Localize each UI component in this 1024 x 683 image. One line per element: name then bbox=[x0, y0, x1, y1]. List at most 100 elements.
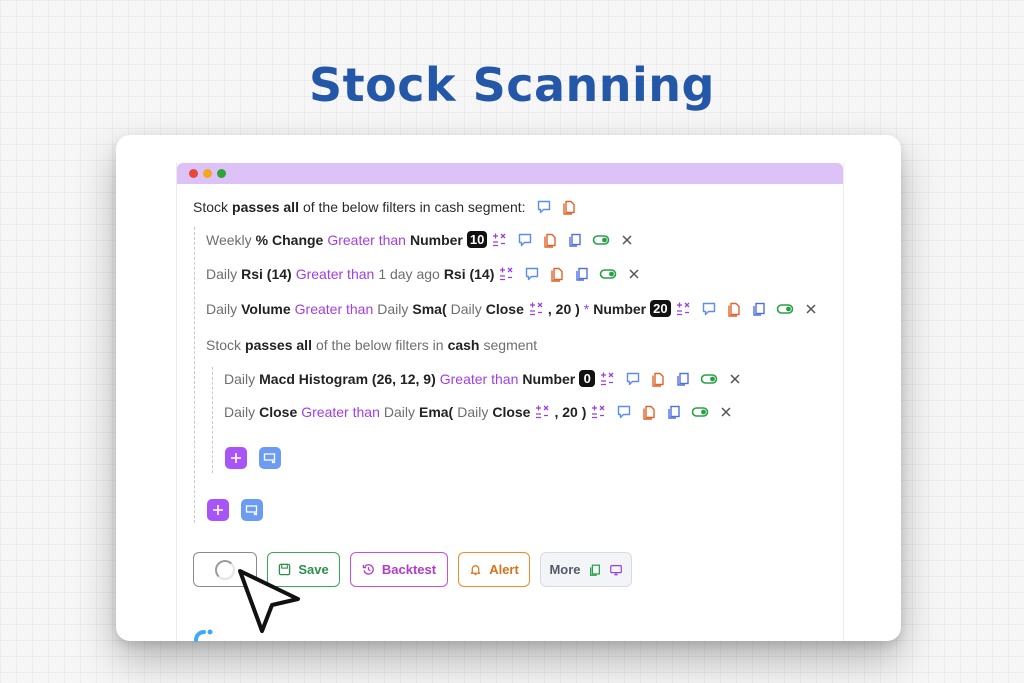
add-root-group-button[interactable] bbox=[241, 499, 263, 521]
filter-token[interactable]: Volume bbox=[241, 301, 291, 317]
operator-icon[interactable] bbox=[599, 371, 615, 387]
filter-token[interactable]: Number bbox=[593, 301, 646, 317]
toggle-icon[interactable] bbox=[776, 301, 794, 317]
toggle-icon[interactable] bbox=[599, 266, 617, 282]
copy-icon[interactable] bbox=[650, 371, 666, 387]
filter-token[interactable]: Greater than bbox=[301, 404, 380, 420]
add-filter-button[interactable] bbox=[225, 447, 247, 469]
copy-icon[interactable] bbox=[726, 301, 742, 317]
sub-middle: of the below filters in bbox=[315, 337, 444, 353]
filter-token: Daily bbox=[377, 300, 409, 317]
bell-icon bbox=[470, 565, 481, 576]
filter-token[interactable]: * bbox=[584, 301, 589, 317]
root-prefix: Stock bbox=[193, 199, 229, 215]
comment-icon[interactable] bbox=[701, 301, 717, 317]
filter-token: Daily bbox=[457, 404, 489, 420]
comment-icon[interactable] bbox=[536, 199, 552, 215]
root-suffix: of the below filters in cash segment: bbox=[302, 199, 526, 215]
group-icon bbox=[263, 453, 276, 464]
remove-icon[interactable] bbox=[626, 266, 642, 282]
page-title: Stock Scanning bbox=[309, 58, 715, 112]
sub-prefix: Stock bbox=[206, 337, 242, 353]
maximize-dot[interactable] bbox=[217, 169, 226, 178]
close-dot[interactable] bbox=[189, 169, 198, 178]
filter-token[interactable]: Close bbox=[486, 301, 524, 317]
filter-token[interactable]: Rsi (14) bbox=[444, 266, 495, 282]
remove-icon[interactable] bbox=[803, 301, 819, 317]
plus-icon bbox=[213, 505, 223, 515]
duplicate-icon[interactable] bbox=[751, 301, 767, 317]
filter-token[interactable]: % Change bbox=[256, 232, 324, 248]
filter-row: Daily Rsi (14) Greater than 1 day ago Rsi (1… bbox=[206, 266, 642, 282]
comment-icon[interactable] bbox=[625, 371, 641, 387]
operator-icon[interactable] bbox=[534, 404, 550, 420]
operator-icon[interactable] bbox=[590, 404, 606, 420]
filter-token: Daily bbox=[450, 300, 482, 317]
filter-token[interactable]: Close bbox=[492, 404, 530, 420]
logo-fragment-icon bbox=[194, 629, 213, 642]
copy-icon[interactable] bbox=[542, 232, 558, 248]
filter-token: Daily bbox=[206, 300, 238, 317]
alert-button[interactable]: Alert bbox=[458, 552, 530, 587]
toggle-icon[interactable] bbox=[700, 371, 718, 387]
add-group-button[interactable] bbox=[259, 447, 281, 469]
operator-icon[interactable] bbox=[491, 232, 507, 248]
add-root-filter-button[interactable] bbox=[207, 499, 229, 521]
comment-icon[interactable] bbox=[517, 232, 533, 248]
filter-token[interactable]: , 20 ) bbox=[554, 404, 586, 420]
sub-passes[interactable]: passes all bbox=[245, 337, 312, 353]
filter-token[interactable]: Sma( bbox=[412, 301, 446, 317]
minimize-dot[interactable] bbox=[203, 169, 212, 178]
copy-icon[interactable] bbox=[549, 266, 565, 282]
number-value-badge[interactable]: 10 bbox=[466, 231, 488, 248]
number-value-badge[interactable]: 20 bbox=[650, 300, 671, 317]
operator-icon[interactable] bbox=[528, 301, 544, 317]
number-value-badge[interactable]: 0 bbox=[579, 370, 596, 387]
filter-token[interactable]: Greater than bbox=[327, 232, 406, 248]
remove-icon[interactable] bbox=[619, 232, 635, 248]
filter-token[interactable]: Number bbox=[522, 371, 575, 387]
copy-icon[interactable] bbox=[641, 404, 657, 420]
sub-group-header: Stock passes all of the below filters in… bbox=[206, 337, 537, 353]
filter-token[interactable]: Greater than bbox=[295, 301, 374, 317]
remove-icon[interactable] bbox=[727, 371, 743, 387]
filter-token: Daily bbox=[224, 404, 256, 420]
filter-token: Daily bbox=[224, 370, 256, 387]
filter-token[interactable]: Close bbox=[259, 404, 297, 420]
more-button[interactable]: More bbox=[540, 552, 632, 587]
filter-row: Daily Macd Histogram (26, 12, 9) Greater t… bbox=[224, 370, 743, 387]
sub-group-guide bbox=[212, 367, 213, 473]
filter-token[interactable]: Number bbox=[410, 232, 463, 248]
toggle-icon[interactable] bbox=[592, 232, 610, 248]
copy-green-icon bbox=[589, 564, 600, 576]
root-passes[interactable]: passes all bbox=[232, 199, 299, 215]
backtest-button[interactable]: Backtest bbox=[350, 552, 448, 587]
sub-segment[interactable]: cash bbox=[448, 337, 480, 353]
filter-token[interactable]: Greater than bbox=[440, 371, 519, 387]
operator-icon[interactable] bbox=[675, 301, 691, 317]
more-label: More bbox=[549, 562, 581, 577]
filter-token[interactable]: Rsi (14) bbox=[241, 266, 292, 282]
mouse-pointer-icon bbox=[238, 569, 300, 633]
filter-token[interactable]: Ema( bbox=[419, 404, 453, 420]
remove-icon[interactable] bbox=[718, 404, 734, 420]
toggle-icon[interactable] bbox=[691, 404, 709, 420]
filter-token: Daily bbox=[383, 404, 415, 420]
filter-token[interactable]: Greater than bbox=[296, 266, 375, 282]
comment-icon[interactable] bbox=[524, 266, 540, 282]
filter-token[interactable]: , 20 ) bbox=[548, 301, 580, 317]
comment-icon[interactable] bbox=[616, 404, 632, 420]
filter-token[interactable]: Macd Histogram (26, 12, 9) bbox=[259, 371, 436, 387]
duplicate-icon[interactable] bbox=[567, 232, 583, 248]
duplicate-icon[interactable] bbox=[666, 404, 682, 420]
copy-icon[interactable] bbox=[561, 199, 577, 215]
filter-token: 1 day ago bbox=[378, 266, 440, 282]
duplicate-icon[interactable] bbox=[675, 371, 691, 387]
root-group-guide bbox=[194, 227, 195, 523]
duplicate-icon[interactable] bbox=[574, 266, 590, 282]
filter-token: Weekly bbox=[206, 231, 252, 248]
filter-row: Daily Volume Greater than Daily Sma(Daily Clo… bbox=[206, 300, 819, 317]
history-icon bbox=[362, 564, 374, 575]
operator-icon[interactable] bbox=[498, 266, 514, 282]
filter-row: Daily Close Greater than Daily Ema(Daily Clos… bbox=[224, 404, 734, 420]
